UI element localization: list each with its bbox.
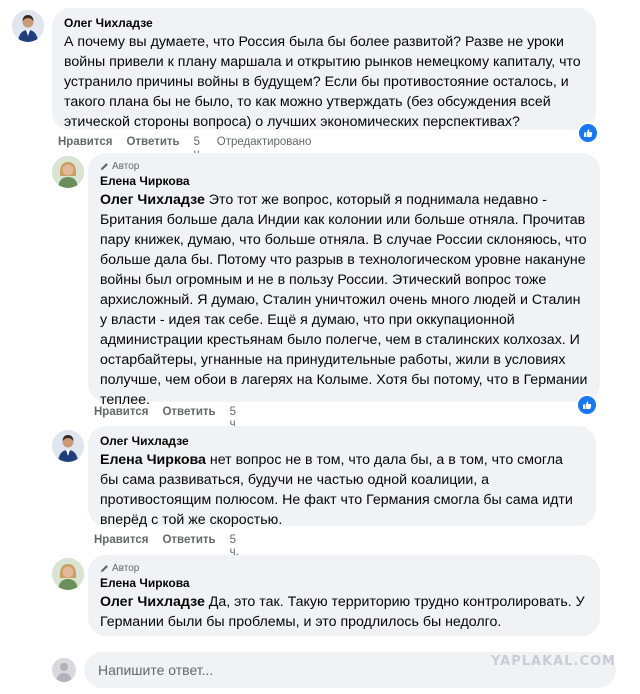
mention-link[interactable]: Олег Чихладзе [100, 192, 205, 208]
comment-body: Это тот же вопрос, который я поднимала н… [100, 192, 588, 408]
woman-avatar-icon [52, 558, 84, 590]
author-badge-label: Автор [112, 161, 140, 172]
avatar[interactable] [12, 10, 44, 42]
author-badge: Автор [100, 563, 588, 574]
pencil-icon [100, 565, 108, 573]
watermark: YAPLAKAL.COM [491, 654, 616, 669]
comment-author[interactable]: Елена Чиркова [100, 174, 588, 188]
author-badge-label: Автор [112, 563, 140, 574]
like-reaction-badge[interactable] [579, 124, 597, 142]
avatar[interactable] [52, 156, 84, 188]
woman-avatar-icon [52, 156, 84, 188]
man-avatar-icon [12, 10, 44, 42]
like-thumb-icon [584, 129, 593, 137]
comment-text: Олег Чихладзе Да, это так. Такую террито… [100, 592, 588, 632]
comment-bubble: Олег Чихладзе Елена Чиркова нет вопрос н… [88, 426, 596, 528]
comment-bubble: Автор Елена Чиркова Олег Чихладзе Да, эт… [88, 555, 600, 636]
author-badge: Автор [100, 161, 588, 172]
man-avatar-icon [52, 430, 84, 462]
comment-text: Олег Чихладзе Это тот же вопрос, который… [100, 190, 588, 410]
comment-author[interactable]: Елена Чиркова [100, 576, 588, 590]
current-user-avatar [52, 658, 76, 682]
like-thumb-icon [583, 401, 592, 409]
comment-author[interactable]: Олег Чихладзе [100, 434, 584, 448]
pencil-icon [100, 163, 108, 171]
mention-link[interactable]: Олег Чихладзе [100, 594, 205, 610]
comment-text: Елена Чиркова нет вопрос не в том, что д… [100, 450, 584, 530]
like-reaction-badge[interactable] [578, 396, 596, 414]
user-avatar-icon [52, 658, 76, 682]
comment-bubble: Автор Елена Чиркова Олег Чихладзе Это то… [88, 153, 600, 408]
comment-text: А почему вы думаете, что Россия была бы … [64, 34, 581, 130]
mention-link[interactable]: Елена Чиркова [100, 452, 206, 468]
avatar[interactable] [52, 430, 84, 462]
comment-author[interactable]: Олег Чихладзе [64, 16, 584, 30]
avatar[interactable] [52, 558, 84, 590]
comment-bubble: Олег Чихладзе А почему вы думаете, что Р… [52, 8, 596, 130]
